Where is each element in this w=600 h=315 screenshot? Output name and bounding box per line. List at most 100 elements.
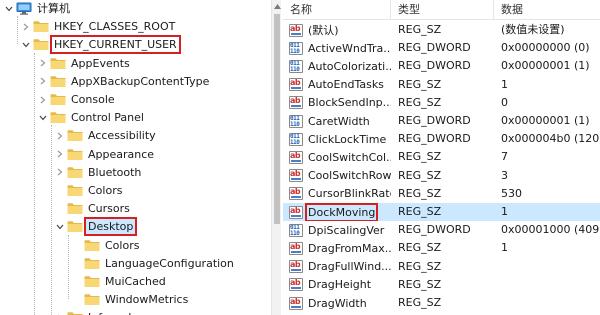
value-row[interactable]: ab CursorBlinkRate REG_SZ 530 [283,185,600,203]
value-row[interactable]: ab DragWidth REG_SZ [283,294,600,312]
tree-node[interactable]: Cursors [55,200,132,217]
chevron-down-icon[interactable] [4,0,14,17]
tree-node-label[interactable]: AppEvents [69,56,132,71]
value-row[interactable]: 011 110 ClickLockTime REG_DWORD 0x000004b0 (… [283,130,600,148]
value-name-cell[interactable]: ab CoolSwitchCol... [283,148,391,166]
tree-node[interactable]: Accessibility [55,127,158,144]
value-row[interactable]: ab DragFromMax... REG_SZ 1 [283,239,600,257]
value-row[interactable]: ab DockMoving REG_SZ 1 [283,203,600,221]
column-header-name[interactable]: 名称 [283,0,391,20]
chevron-right-icon[interactable] [55,164,65,181]
tree-node-label[interactable]: Accessibility [86,128,158,143]
tree-scroll-thumb[interactable] [274,14,280,224]
tree-node[interactable]: Colors [72,237,141,254]
value-row[interactable]: ab CoolSwitchRows REG_SZ 3 [283,167,600,185]
value-row[interactable]: 011 110 AutoColorizati... REG_DWORD 0x000000… [283,57,600,75]
tree-node-label[interactable]: Cursors [86,201,132,216]
chevron-down-icon[interactable] [55,218,65,235]
tree-node-label[interactable]: Appearance [86,147,156,162]
string-value-icon: ab [289,278,303,292]
value-data-cell: 0x00000000 (0) [501,41,590,55]
chevron-right-icon[interactable] [55,127,65,144]
tree-node[interactable]: WindowMetrics [72,291,190,308]
tree-node[interactable]: Colors [55,182,124,199]
value-row[interactable]: 011 110 CaretWidth REG_DWORD 0x00000001 (1) [283,112,600,130]
folder-icon [84,293,100,306]
tree-node-label[interactable]: Colors [86,183,124,198]
value-name-cell[interactable]: ab DragFullWind... [283,258,391,276]
column-header-type[interactable]: 类型 [391,0,494,20]
value-name-cell[interactable]: ab DragFromMax... [283,239,391,257]
tree-node[interactable]: Appearance [55,146,156,163]
chevron-right-icon[interactable] [55,146,65,163]
chevron-right-icon[interactable] [21,18,31,35]
tree-node[interactable]: Infrared [55,309,133,315]
tree-node[interactable]: Desktop [55,217,138,237]
value-name-cell[interactable]: ab BlockSendInp... [283,94,391,112]
folder-icon [67,220,83,233]
value-name-cell[interactable]: ab (默认) [283,21,391,39]
string-value-icon: ab [289,150,303,164]
value-name: DragFromMax... [308,241,391,255]
registry-tree-pane[interactable]: 计算机 HKEY_CLASSES_ROOT HKEY_CURRENT_USER App… [0,0,271,315]
value-row[interactable]: 011 110 DpiScalingVer REG_DWORD 0x00001000 (… [283,221,600,239]
value-name-cell[interactable]: 011 110 AutoColorizati... [283,57,391,75]
value-name-cell[interactable]: ab DragWidth [283,294,391,312]
tree-node-label[interactable]: Colors [103,238,141,253]
value-name-cell[interactable]: ab DockMoving [283,203,391,221]
tree-node-label[interactable]: Infrared [86,310,133,315]
tree-node-label-highlighted[interactable]: Desktop [83,217,138,237]
value-row[interactable]: ab AutoEndTasks REG_SZ 1 [283,76,600,94]
value-row[interactable]: ab (默认) REG_SZ (数值未设置) [283,21,600,39]
value-type-cell: REG_DWORD [398,132,471,146]
tree-node-label[interactable]: 计算机 [35,1,72,16]
tree-node[interactable]: AppEvents [38,55,132,72]
chevron-right-icon[interactable] [38,55,48,72]
chevron-down-icon[interactable] [38,109,48,126]
folder-icon [67,184,83,197]
value-row[interactable]: ab DragHeight REG_SZ [283,276,600,294]
value-name-cell[interactable]: 011 110 ActiveWndTra... [283,39,391,57]
value-name-cell[interactable]: 011 110 CaretWidth [283,112,391,130]
value-row[interactable]: ab DragFullWind... REG_SZ [283,258,600,276]
registry-values-pane[interactable]: 名称 类型 数据 ab (默认) REG_SZ (数值未设置) 011 110 Active… [283,0,600,315]
tree-node[interactable]: HKEY_CLASSES_ROOT [21,18,177,35]
tree-node[interactable]: Console [38,91,117,108]
tree-node[interactable]: LanguageConfiguration [72,255,236,272]
value-row[interactable]: 011 110 ActiveWndTra... REG_DWORD 0x00000000… [283,39,600,57]
tree-node[interactable]: Bluetooth [55,164,143,181]
value-name-cell[interactable]: 011 110 ClickLockTime [283,130,391,148]
tree-node-label[interactable]: LanguageConfiguration [103,256,236,271]
value-type-cell: REG_SZ [398,186,442,200]
tree-node[interactable]: Control Panel [38,109,146,126]
value-row[interactable]: ab CoolSwitchCol... REG_SZ 7 [283,148,600,166]
value-name-highlighted: DockMoving [304,203,379,221]
tree-node-label[interactable]: AppXBackupContentType [69,74,211,89]
tree-node-label[interactable]: Bluetooth [86,165,143,180]
tree-node-label-highlighted[interactable]: HKEY_CURRENT_USER [50,35,181,55]
tree-node-label[interactable]: HKEY_CLASSES_ROOT [52,19,177,34]
tree-scrollbar[interactable] [271,0,281,315]
value-name-cell[interactable]: ab CoolSwitchRows [283,167,391,185]
value-name-cell[interactable]: 011 110 DpiScalingVer [283,221,391,239]
column-header-data[interactable]: 数据 [494,0,600,20]
value-name-cell[interactable]: ab DragHeight [283,276,391,294]
tree-node[interactable]: HKEY_CURRENT_USER [21,35,181,55]
scroll-up-arrow-icon[interactable] [273,2,281,10]
value-data-cell: 3 [501,168,508,182]
chevron-right-icon[interactable] [38,73,48,90]
tree-node-label[interactable]: Control Panel [69,110,146,125]
value-name-cell[interactable]: ab AutoEndTasks [283,76,391,94]
value-row[interactable]: ab BlockSendInp... REG_SZ 0 [283,94,600,112]
chevron-right-icon[interactable] [55,309,65,315]
folder-icon [67,166,83,179]
tree-node-label[interactable]: Console [69,92,117,107]
value-name-cell[interactable]: ab CursorBlinkRate [283,185,391,203]
tree-node[interactable]: MuiCached [72,273,168,290]
chevron-right-icon[interactable] [38,91,48,108]
tree-node-label[interactable]: WindowMetrics [103,292,190,307]
tree-node[interactable]: 计算机 [4,0,72,17]
tree-node-label[interactable]: MuiCached [103,274,168,289]
chevron-down-icon[interactable] [21,36,31,53]
tree-node[interactable]: AppXBackupContentType [38,73,211,90]
